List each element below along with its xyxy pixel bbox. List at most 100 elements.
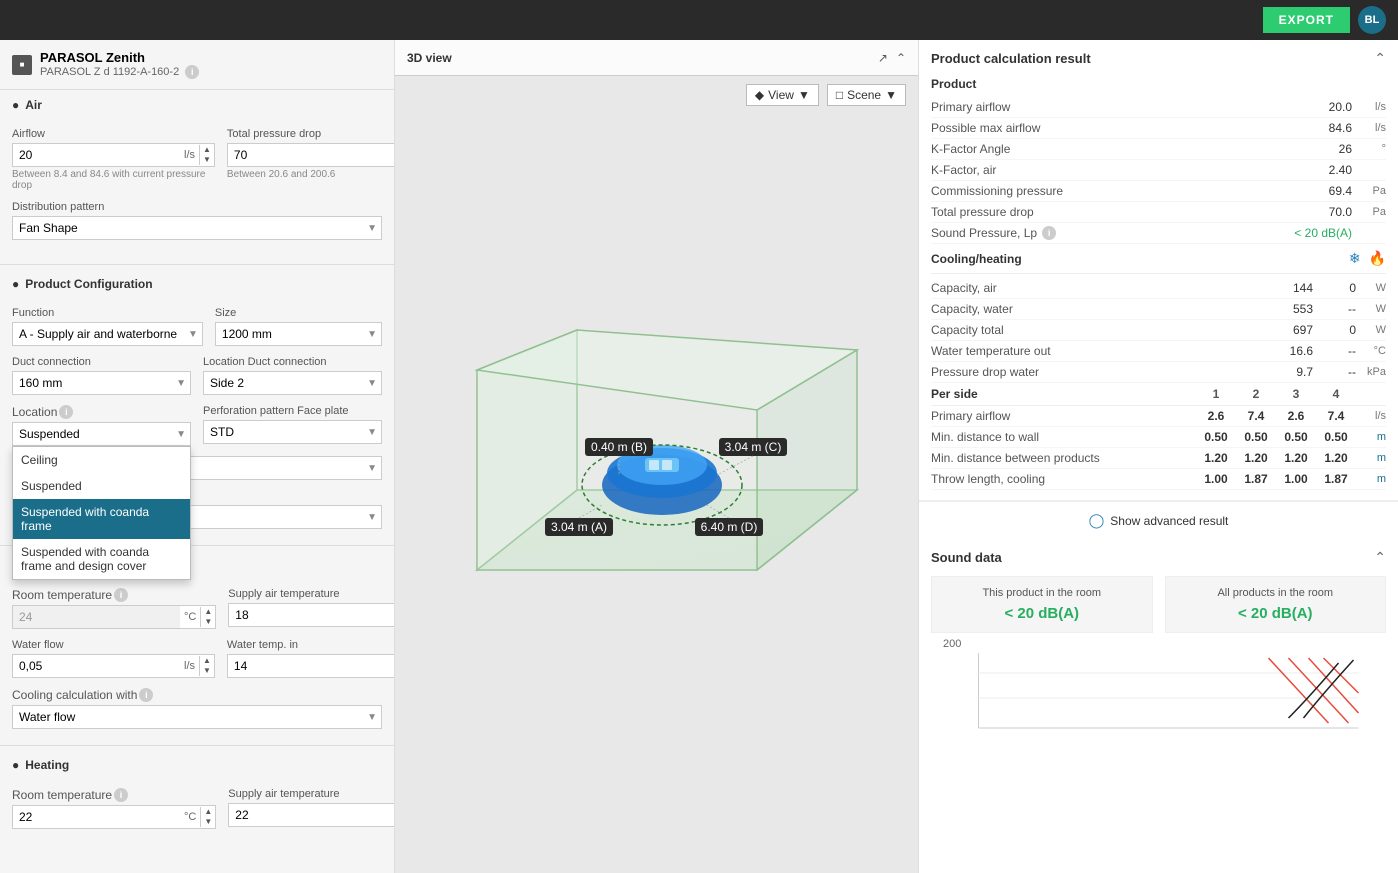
spinner-up[interactable]: ▲ [203, 145, 211, 155]
dropdown-item-suspended-coanda-design[interactable]: Suspended with coanda frame and design c… [13, 539, 190, 579]
room-temp-heating-spinner[interactable]: ▲ ▼ [200, 807, 215, 827]
min-wall-unit-link[interactable]: m [1377, 431, 1386, 443]
room-temp-cooling-group: Room temperature i °C ▲ ▼ [12, 588, 216, 629]
location-duct-select[interactable]: Side 2 [204, 372, 363, 394]
room-temp-heating-info-icon: i [114, 788, 128, 802]
room-temp-info-icon: i [114, 588, 128, 602]
function-select[interactable]: A - Supply air and waterborne [13, 323, 184, 345]
room-temp-heating-label: Room temperature i [12, 788, 216, 802]
airflow-label: Airflow [12, 128, 215, 140]
perforation-select[interactable]: STD [204, 421, 363, 443]
avatar[interactable]: BL [1358, 6, 1386, 34]
airflow-input[interactable] [13, 144, 180, 166]
scene-dropdown-arrow: ▼ [885, 88, 897, 102]
ch-row-capacity-water: Capacity, water 553 -- W [931, 299, 1386, 320]
dropdown-item-ceiling[interactable]: Ceiling [13, 447, 190, 473]
sound-boxes: This product in the room < 20 dB(A) All … [931, 576, 1386, 633]
scene-icon: □ [836, 88, 843, 102]
result-collapse-btn[interactable]: ⌃ [1374, 50, 1386, 67]
duct-group: Duct connection 160 mm ▼ [12, 356, 191, 395]
heating-icon: 🔥 [1369, 250, 1386, 267]
section-dot: ● [12, 98, 19, 112]
room-temp-heating-input[interactable] [13, 806, 180, 828]
section-air-content: Airflow l/s ▲ ▼ Between 8.4 and 84.6 wit… [0, 120, 394, 260]
advanced-btn-label: Show advanced result [1110, 514, 1228, 528]
water-flow-spinner[interactable]: ▲ ▼ [199, 656, 214, 676]
section-heating-header[interactable]: ● Heating [0, 750, 394, 780]
pressure-drop-hint: Between 20.6 and 200.6 [227, 169, 395, 180]
room-temp-heating-unit: °C [180, 807, 200, 827]
sound-data-title: Sound data [931, 550, 1002, 565]
sound-all-label: All products in the room [1176, 587, 1376, 599]
water-flow-input[interactable] [13, 655, 180, 677]
view-button[interactable]: ◆ View ▼ [746, 84, 819, 106]
view-dropdown-arrow: ▼ [798, 88, 810, 102]
supply-temp-cooling-input[interactable] [229, 604, 395, 626]
supply-temp-cooling-label: Supply air temperature [228, 588, 395, 600]
location-duct-arrow: ▼ [363, 378, 381, 389]
scene-3d: 0.40 m (B) 3.04 m (C) 3.04 m (A) 6.40 m … [417, 290, 897, 660]
supply-temp-cooling-group: Supply air temperature °C ▲ ▼ [228, 588, 395, 629]
throw-cooling-unit-link[interactable]: m [1377, 473, 1386, 485]
advanced-result-btn[interactable]: ◯ Show advanced result [919, 501, 1398, 539]
result-row-kfactor-air: K-Factor, air 2.40 [931, 160, 1386, 181]
size-group: Size 1200 mm ▼ [215, 307, 382, 346]
airflow-spinner[interactable]: ▲ ▼ [199, 145, 214, 165]
location-label: Location i [12, 405, 191, 419]
result-row-total-pressure: Total pressure drop 70.0 Pa [931, 202, 1386, 223]
product-header: ■ PARASOL Zenith PARASOL Z d 1192-A-160-… [0, 40, 394, 90]
info-icon: i [185, 65, 199, 79]
water-flow-group: Water flow l/s ▲ ▼ [12, 639, 215, 678]
section-air-header[interactable]: ● Air [0, 90, 394, 120]
perforation-arrow: ▼ [363, 427, 381, 438]
collapse-view-icon[interactable]: ⌃ [896, 51, 906, 65]
calc-with-arrow: ▼ [363, 712, 381, 723]
room-temp-cooling-spinner[interactable]: ▲ ▼ [200, 607, 215, 627]
export-button[interactable]: EXPORT [1263, 7, 1350, 33]
sound-data-collapse-btn[interactable]: ⌃ [1374, 549, 1386, 566]
scene-button[interactable]: □ Scene ▼ [827, 84, 906, 106]
duct-select[interactable]: 160 mm [13, 372, 172, 394]
main-layout: ■ PARASOL Zenith PARASOL Z d 1192-A-160-… [0, 40, 1398, 873]
calc-with-select[interactable]: Water flow [13, 706, 363, 728]
per-side-header: Per side 1 2 3 4 [931, 383, 1386, 406]
section-dot: ● [12, 277, 19, 291]
size-select[interactable]: 1200 mm [216, 323, 363, 345]
location-select[interactable]: Suspended [13, 423, 172, 445]
size-arrow: ▼ [363, 329, 381, 340]
water-temp-group: Water temp. in °C ▲ ▼ [227, 639, 395, 678]
ch-header-row: Cooling/heating ❄ 🔥 [931, 244, 1386, 274]
room-temp-cooling-input[interactable] [13, 606, 180, 628]
dropdown-item-suspended[interactable]: Suspended [13, 473, 190, 499]
pressure-drop-input-wrap: Pa ▲ ▼ [227, 143, 395, 167]
ch-row-water-temp-out: Water temperature out 16.6 -- °C [931, 341, 1386, 362]
section-config-header[interactable]: ● Product Configuration [0, 269, 394, 299]
distribution-select[interactable]: Fan Shape [13, 217, 363, 239]
sound-data-header: Sound data ⌃ [931, 549, 1386, 566]
expand-icon[interactable]: ↗ [878, 51, 888, 65]
result-row-sound-pressure: Sound Pressure, Lp i < 20 dB(A) [931, 223, 1386, 244]
duct-arrow: ▼ [172, 378, 190, 389]
product-group-label: Product [931, 77, 1386, 91]
topbar: EXPORT BL [0, 0, 1398, 40]
sound-box-all: All products in the room < 20 dB(A) [1165, 576, 1387, 633]
supply-temp-heating-input[interactable] [229, 804, 395, 826]
scene-container: 0.40 m (B) 3.04 m (C) 3.04 m (A) 6.40 m … [395, 76, 918, 873]
dropdown-item-suspended-coanda[interactable]: Suspended with coanda frame [13, 499, 190, 539]
water-temp-input-wrap: °C ▲ ▼ [227, 654, 395, 678]
scene-btn-label: Scene [847, 88, 881, 102]
location-group: Location i Suspended ▼ Ceiling Suspended… [12, 405, 191, 446]
spinner-down[interactable]: ▼ [203, 155, 211, 165]
closed-sides-arrow: ▼ [363, 512, 381, 523]
supply-temp-cooling-input-wrap: °C ▲ ▼ [228, 603, 395, 627]
result-row-kfactor-angle: K-Factor Angle 26 ° [931, 139, 1386, 160]
calc-with-select-wrap: Water flow ▼ [12, 705, 382, 729]
water-flow-label: Water flow [12, 639, 215, 651]
airflow-input-wrap: l/s ▲ ▼ [12, 143, 215, 167]
water-temp-input[interactable] [228, 655, 395, 677]
ch-row-capacity-air: Capacity, air 144 0 W [931, 278, 1386, 299]
chart-area: 200 [931, 633, 1386, 733]
pressure-drop-input[interactable] [228, 144, 395, 166]
min-products-unit-link[interactable]: m [1377, 452, 1386, 464]
room-temp-heating-group: Room temperature i °C ▲ ▼ [12, 788, 216, 829]
